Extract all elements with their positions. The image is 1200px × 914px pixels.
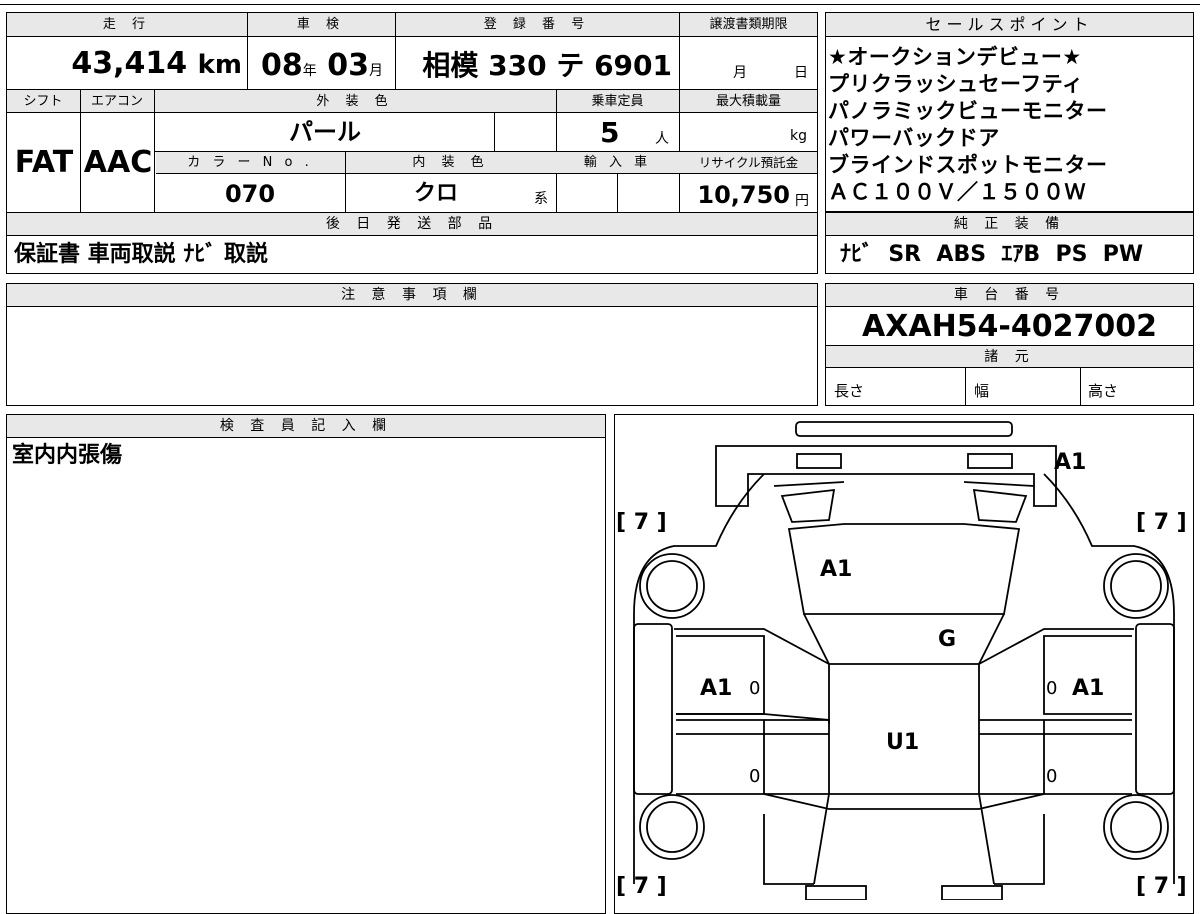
chassis-number: AXAH54-4027002 (862, 309, 1157, 344)
tire-tread-front-right: [ 7 ] (1136, 874, 1187, 899)
registration-number: 相模 330 テ 6901 (422, 49, 672, 82)
sales-points-list: ★オークションデビュー★ プリクラッシュセーフティ パノラミックビューモニター … (828, 44, 1192, 206)
mark-rear-gate: A1 (1054, 450, 1087, 475)
zero-mark: 0 (749, 766, 761, 787)
shift-value: FAT (14, 145, 74, 180)
sales-point-item: ブラインドスポットモニター (828, 153, 1108, 177)
max-load-header: 最大積載量 (715, 94, 781, 109)
recycle-header: リサイクル預託金 (698, 155, 799, 170)
spec-length: 長さ (834, 382, 865, 400)
inspector-box (6, 414, 606, 914)
zero-mark: 0 (1046, 766, 1058, 787)
zero-mark: 0 (1046, 678, 1058, 699)
registration-header: 登 録 番 号 (483, 17, 591, 32)
sales-point-item: パワーバックドア (828, 126, 1000, 150)
exterior-color-value: パール (289, 118, 361, 146)
genuine-equipment-value: ﾅﾋﾞ SR ABS ｴｱB PS PW (840, 242, 1144, 267)
recycle-value: 10,750 (697, 181, 790, 209)
mileage-header: 走 行 (102, 17, 152, 32)
exterior-color-header: 外 装 色 (316, 94, 394, 109)
car-diagram-svg (633, 421, 1175, 900)
mark-hood: G (938, 627, 957, 652)
mark-right-door: A1 (1072, 676, 1105, 701)
inspector-header: 検 査 員 記 入 欄 (7, 415, 605, 438)
genuine-equipment-header: 純 正 装 備 (826, 213, 1193, 236)
interior-color-value: クロ (413, 181, 458, 206)
mark-floor: U1 (886, 730, 920, 755)
interior-color-header: 内 装 色 (412, 155, 490, 170)
interior-suffix: 系 (534, 191, 548, 207)
deadline-month: 月 (733, 65, 747, 81)
color-no-header: カ ラ ー N o . (187, 155, 313, 170)
sales-points-header: セールスポイント (826, 13, 1193, 37)
mark-left-door: A1 (700, 676, 733, 701)
zero-mark: 0 (749, 678, 761, 699)
capacity-unit: 人 (655, 131, 669, 147)
mark-roof: A1 (820, 557, 853, 582)
notes-header: 注 意 事 項 欄 (7, 284, 817, 307)
shift-header: シフト (23, 94, 63, 109)
mileage-value: 43,414 km (71, 46, 242, 81)
specs-header: 諸 元 (826, 346, 1193, 368)
later-parts-header: 後 日 発 送 部 品 (7, 213, 817, 236)
top-divider (0, 4, 1200, 5)
chassis-header: 車 台 番 号 (826, 284, 1193, 307)
aircon-value: AAC (83, 145, 153, 180)
max-load-unit: kg (790, 128, 807, 144)
spec-height: 高さ (1088, 382, 1119, 400)
sales-point-item: ＡＣ１００Ｖ／１５００Ｗ (828, 180, 1086, 204)
tire-tread-front-left: [ 7 ] (616, 874, 667, 899)
later-parts-value: 保証書 車両取説 ﾅﾋﾞ 取説 (14, 242, 268, 267)
sales-point-item: ★オークションデビュー★ (828, 45, 1082, 69)
sales-point-item: パノラミックビューモニター (828, 99, 1108, 123)
import-header: 輸 入 車 (583, 155, 652, 170)
sales-point-item: プリクラッシュセーフティ (828, 72, 1084, 96)
aircon-header: エアコン (90, 94, 143, 109)
inspection-value: 08年 03月 (261, 48, 383, 83)
capacity-value: 5 (600, 116, 620, 149)
inspector-notes: 室内内張傷 (12, 443, 123, 468)
spec-width: 幅 (974, 382, 990, 400)
inspection-header: 車 検 (296, 17, 346, 32)
color-no-value: 070 (224, 180, 276, 208)
tire-tread-rear-left: [ 7 ] (616, 510, 667, 535)
tire-tread-rear-right: [ 7 ] (1136, 510, 1187, 535)
transfer-deadline-header: 譲渡書類期限 (709, 17, 788, 32)
capacity-header: 乗車定員 (591, 94, 644, 109)
recycle-unit: 円 (795, 193, 809, 209)
deadline-day: 日 (794, 65, 808, 81)
